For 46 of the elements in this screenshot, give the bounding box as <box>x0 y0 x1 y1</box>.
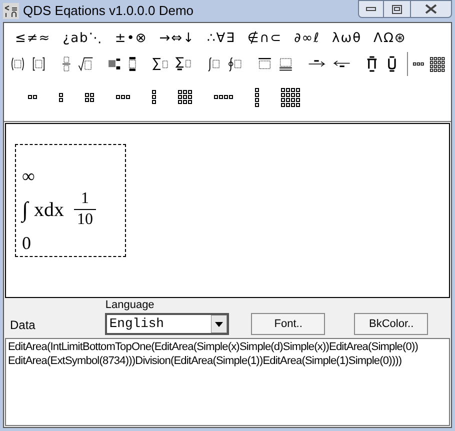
matrix-template-icon[interactable] <box>281 88 300 106</box>
symbol-palette-button[interactable]: ∂∞ℓ <box>289 28 325 50</box>
close-button[interactable] <box>410 0 452 18</box>
matrix-template-icon[interactable] <box>85 92 94 102</box>
upper-limit: ∞ <box>22 167 36 185</box>
matrix-template-icon[interactable] <box>255 88 259 106</box>
symbol-palette-button[interactable]: ∉∩⊂ <box>242 28 288 50</box>
symbol-palette-button[interactable]: ≤≠≈ <box>10 28 56 50</box>
fraction-template-icon[interactable] <box>60 54 72 74</box>
symbol-palette-button[interactable]: →⇔↓ <box>154 28 200 50</box>
font-button[interactable]: Font.. <box>251 313 326 335</box>
matrix-template-icon[interactable] <box>116 95 130 99</box>
window-title: QDS Eqations v1.0.0.0 Demo <box>23 2 194 20</box>
matrix-template-icon[interactable] <box>413 62 424 66</box>
matrix-template-icon[interactable] <box>28 95 37 99</box>
symbol-palette-button[interactable]: λωθ <box>327 28 367 50</box>
matrix-template-icon[interactable] <box>214 95 233 99</box>
matrix-template-icon[interactable] <box>59 92 63 102</box>
integral-sign: ∫ <box>22 198 28 220</box>
symbol-palette-button[interactable]: ΛΩ⊛ <box>368 28 412 50</box>
lower-limit: 0 <box>22 234 32 252</box>
matrix-template-icon[interactable] <box>178 90 192 104</box>
maximize-button[interactable] <box>384 0 410 18</box>
data-text-line: EditArea(IntLimitBottomTopOne(EditArea(Simple(x)Simple(d)Simple(x))EditArea(Simple(0)) <box>8 340 420 354</box>
denominator: 10 <box>77 210 94 230</box>
matrix-template-icon[interactable] <box>152 90 156 104</box>
minimize-button[interactable] <box>358 0 384 18</box>
symbol-palette-button[interactable]: ¿ab⋱ <box>58 28 108 50</box>
dropdown-arrow-icon[interactable] <box>211 315 228 333</box>
language-dropdown[interactable]: English <box>105 313 230 335</box>
data-text-area[interactable]: EditArea(IntLimitBottomTopOne(EditArea(Simple(x)Simple(d)Simple(x))EditArea(Simple(0)) EditArea(ExtSymbol(8734)))Division(EditArea(Simple(1))EditArea(Simple(1)Simple(0)))) <box>5 338 450 426</box>
close-icon <box>425 4 437 14</box>
script-template-icon[interactable] <box>127 54 138 74</box>
product-template-icon[interactable] <box>364 54 379 74</box>
matrix-template-icon[interactable] <box>430 54 445 74</box>
data-label: Data <box>10 317 36 334</box>
app-icon <box>3 3 19 19</box>
maximize-icon <box>392 4 402 14</box>
background-color-button[interactable]: BkColor.. <box>354 313 428 335</box>
symbol-palette-button[interactable]: ±•⊗ <box>110 28 152 50</box>
minimize-icon <box>366 7 376 11</box>
integrand: xdx <box>34 200 64 220</box>
symbol-palette-button[interactable]: ∴∀∃ <box>202 28 240 50</box>
numerator: 1 <box>81 189 90 209</box>
data-text-line: EditArea(ExtSymbol(8734)))Division(EditArea(Simple(1))EditArea(Simple(1)Simple(0)))) <box>8 354 403 368</box>
language-label: Language <box>105 299 156 313</box>
